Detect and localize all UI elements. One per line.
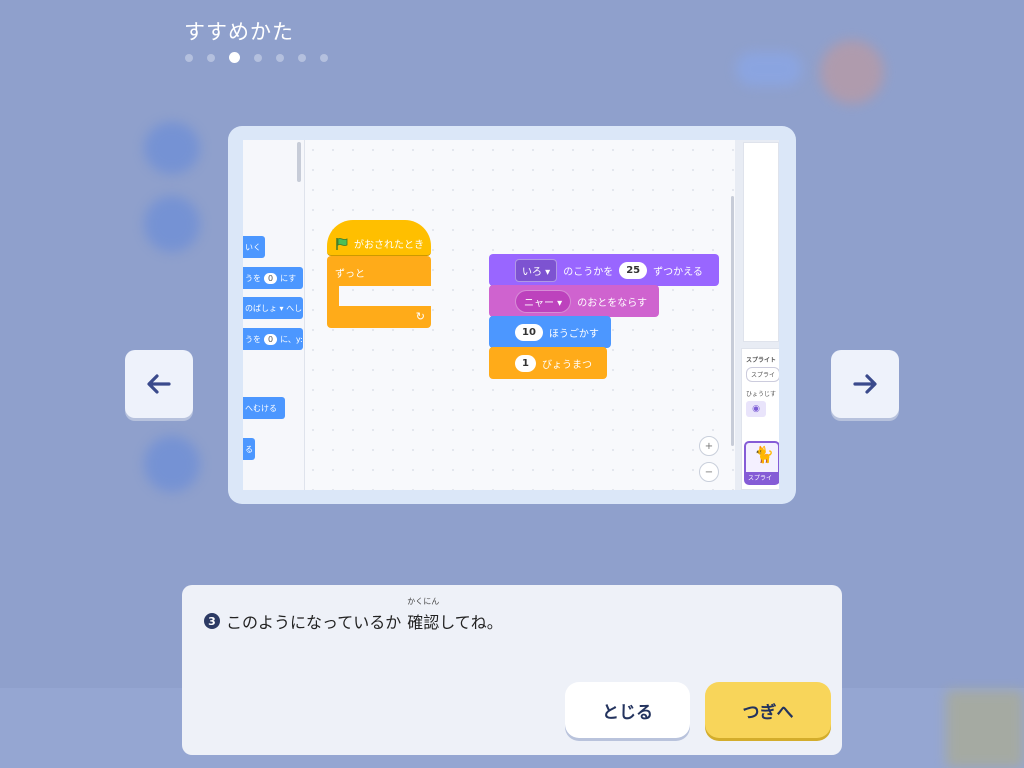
hat-block-label: がおされたとき (354, 240, 424, 251)
instruction-message: 3 このようになっているか かくにん 確認 してね。 (204, 597, 503, 633)
palette-block: のばしょ ▾ へし (243, 297, 303, 319)
palette-block: いく (243, 236, 265, 258)
palette-block-text: のばしょ ▾ へし (245, 303, 303, 313)
step-dot (320, 53, 328, 62)
forever-arm (327, 286, 339, 306)
next-button[interactable]: つぎへ (705, 682, 831, 738)
palette-value: 0 (264, 272, 278, 284)
palette-block: うを 0 にす (243, 267, 303, 289)
next-step-arrow-button[interactable] (831, 350, 899, 418)
block-text: ずつかえる (653, 266, 703, 278)
when-flag-clicked-block: がおされたとき (327, 220, 431, 256)
block-value: 25 (619, 261, 648, 279)
arrow-right-icon (853, 374, 877, 394)
palette-block-text: うを (245, 273, 261, 283)
step-dot (254, 53, 262, 62)
step-dot (185, 53, 193, 62)
play-sound-block: ニャー ▾ のおとをならす (489, 285, 659, 317)
effect-dropdown: いろ ▾ (515, 258, 558, 282)
wait-seconds-block: 1 びょうまつ (489, 347, 607, 379)
palette-value: 0 (264, 333, 278, 345)
preview-frame: いく うを 0 にす のばしょ ▾ へし うを 0 に、y: へむける る がお… (228, 126, 796, 504)
palette-block-text: る (245, 444, 253, 454)
change-effect-block: いろ ▾ のこうかを 25 ずつかえる (489, 254, 719, 286)
block-text: ほうごかす (548, 328, 599, 340)
bg-button-blob (736, 52, 802, 86)
palette-block-text: に、y: (280, 334, 303, 344)
bg-corner-blob (946, 690, 1024, 768)
palette-block-text: にす (280, 273, 297, 283)
sprite-panel: スプライト スプライ ひょうじす ◉ 🐈 スプライ (741, 348, 779, 490)
tutorial-title: すすめかた (184, 20, 294, 44)
palette-scrollbar (297, 142, 301, 182)
move-steps-block: 10 ほうごかす (489, 316, 611, 348)
message-text: してね。 (439, 613, 503, 632)
forever-block: ずっと ↻ (327, 256, 431, 328)
step-indicator (185, 52, 328, 63)
palette-block-text: へむける (245, 403, 277, 413)
stage-column: スプライト スプライ ひょうじす ◉ 🐈 スプライ (735, 140, 779, 490)
green-flag-icon (336, 237, 348, 250)
palette-block: うを 0 に、y: (243, 328, 303, 350)
prev-step-button[interactable] (125, 350, 193, 418)
cat-sprite-icon: 🐈 (754, 445, 774, 464)
block-text: びょうまつ (541, 359, 592, 371)
message-kanji: 確認 (407, 613, 440, 632)
stage-area (743, 142, 779, 342)
show-label: ひょうじす (746, 391, 777, 398)
sprite-name-field: スプライ (746, 367, 779, 382)
block-value: 10 (515, 323, 543, 341)
step-dot (207, 53, 215, 62)
instruction-dialog: 3 このようになっているか かくにん 確認 してね。 とじる つぎへ (182, 585, 842, 755)
bg-blob (144, 122, 200, 174)
bg-avatar-blob (820, 40, 884, 104)
arrow-left-icon (147, 374, 171, 394)
message-text: このようになっているか (226, 613, 402, 632)
bg-blob (144, 436, 200, 492)
palette-block-text: いく (245, 242, 261, 252)
sprite-thumb-label: スプライ (746, 472, 778, 483)
ruby-reading: かくにん (407, 597, 440, 606)
block-text: のこうかを (563, 266, 614, 278)
block-value: 1 (515, 354, 536, 372)
block-text: のおとをならす (577, 297, 648, 309)
step-dot-active (229, 52, 240, 63)
eye-icon: ◉ (746, 401, 766, 417)
sound-dropdown: ニャー ▾ (515, 289, 572, 313)
step-dot (298, 53, 306, 62)
forever-label: ずっと (327, 256, 431, 286)
zoom-in-icon: + (699, 436, 719, 456)
palette-block-text: うを (245, 334, 261, 344)
sprite-thumbnail: 🐈 スプライ (744, 441, 779, 485)
palette-block: へむける (243, 397, 285, 419)
code-preview-image: いく うを 0 にす のばしょ ▾ へし うを 0 に、y: へむける る がお… (243, 140, 779, 490)
sprite-label: スプライト (746, 357, 777, 364)
ruby-word: かくにん 確認 (407, 597, 440, 633)
close-button[interactable]: とじる (565, 682, 690, 738)
bg-blob (144, 196, 200, 252)
palette-block: る (243, 438, 255, 460)
zoom-out-icon: − (699, 462, 719, 482)
step-number-badge: 3 (204, 613, 220, 629)
block-palette: いく うを 0 にす のばしょ ▾ へし うを 0 に、y: へむける る (243, 140, 305, 490)
step-dot (276, 53, 284, 62)
script-area-scrollbar (731, 196, 734, 446)
loop-arrow-icon: ↻ (415, 310, 425, 323)
